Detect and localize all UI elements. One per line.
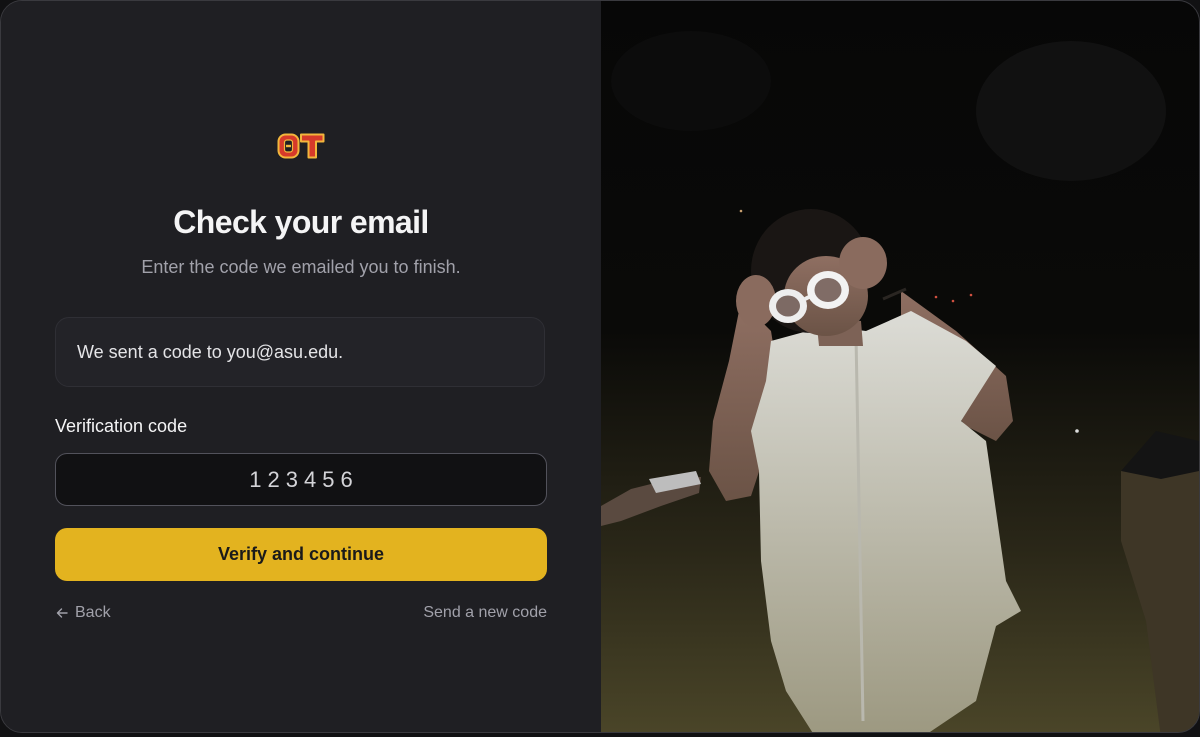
code-sent-notice: We sent a code to you@asu.edu. (55, 317, 545, 387)
back-link[interactable]: Back (55, 604, 111, 622)
back-label: Back (75, 604, 111, 621)
page-title: Check your email (173, 204, 429, 240)
party-photo-illustration (601, 31, 1199, 732)
hero-photo (601, 1, 1199, 732)
verification-code-label: Verification code (55, 416, 188, 436)
page-subtitle: Enter the code we emailed you to finish. (141, 257, 461, 277)
verify-button[interactable]: Verify and continue (55, 528, 547, 581)
arrow-left-icon (56, 608, 68, 618)
brand-logo (277, 133, 325, 159)
verification-panel: Check your email Enter the code we email… (1, 1, 601, 732)
notice-text: We sent a code to you@asu.edu. (77, 341, 344, 362)
verification-code-input[interactable] (55, 453, 547, 506)
login-window: Check your email Enter the code we email… (0, 0, 1200, 733)
send-new-code-link[interactable]: Send a new code (423, 604, 547, 622)
